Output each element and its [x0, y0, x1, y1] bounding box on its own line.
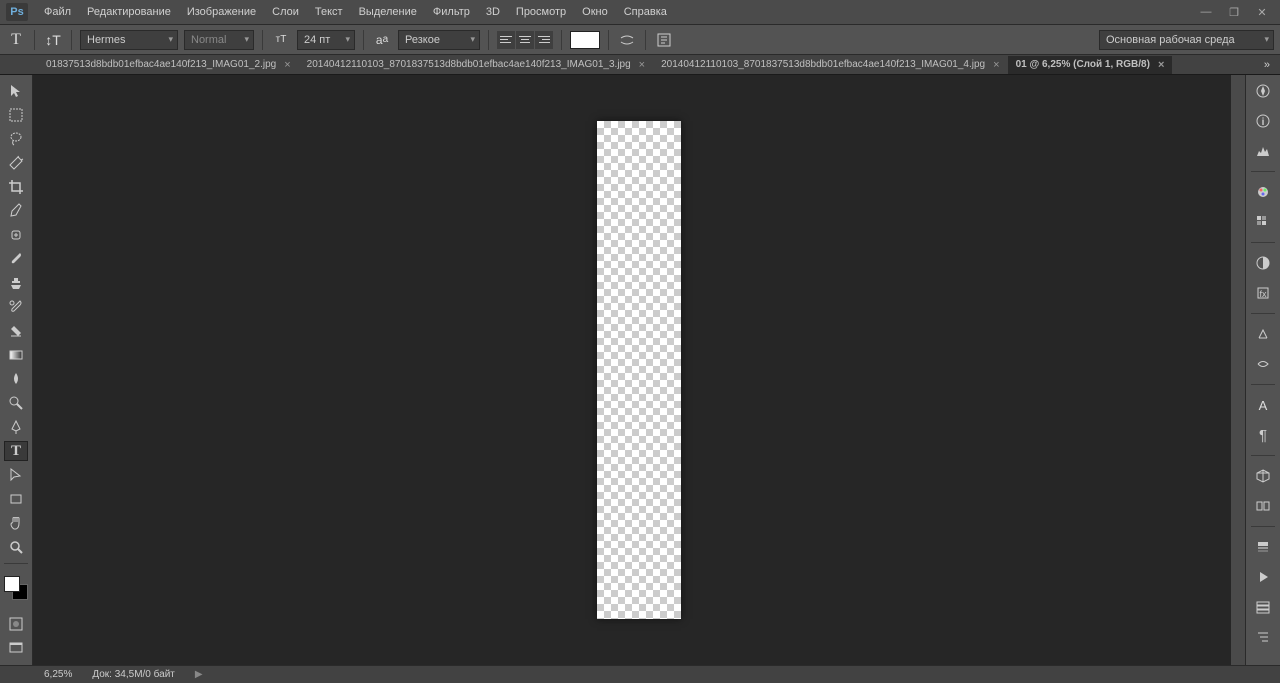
brush-tool[interactable]	[4, 249, 28, 269]
histogram-panel-icon[interactable]	[1252, 141, 1274, 161]
menu-3d[interactable]: 3D	[478, 2, 508, 22]
tab-label: 01 @ 6,25% (Слой 1, RGB/8)	[1016, 59, 1150, 70]
font-size-icon: тT	[271, 30, 291, 50]
paths-panel-icon[interactable]	[1252, 627, 1274, 647]
rectangle-tool[interactable]	[4, 489, 28, 509]
history-brush-tool[interactable]	[4, 297, 28, 317]
menu-image[interactable]: Изображение	[179, 2, 264, 22]
paragraph-panel-icon[interactable]: ¶	[1252, 425, 1274, 445]
antialias-dropdown[interactable]: Резкое	[398, 30, 480, 50]
healing-brush-tool[interactable]	[4, 225, 28, 245]
tab-close-icon[interactable]: ×	[284, 59, 290, 71]
type-tool[interactable]: T	[4, 441, 28, 461]
document-tab[interactable]: 20140412110103_8701837513d8bdb01efbac4ae…	[653, 56, 1007, 74]
zoom-level[interactable]: 6,25%	[44, 669, 72, 680]
font-family-dropdown[interactable]: Hermes	[80, 30, 178, 50]
text-orientation-icon[interactable]: ↕T	[43, 30, 63, 50]
menu-edit[interactable]: Редактирование	[79, 2, 179, 22]
swatches-panel-icon[interactable]	[1252, 212, 1274, 232]
menu-bar: Ps Файл Редактирование Изображение Слои …	[0, 0, 1280, 25]
3d-panel-icon[interactable]	[1252, 466, 1274, 486]
minimize-button[interactable]: —	[1198, 4, 1214, 20]
eraser-tool[interactable]	[4, 321, 28, 341]
menu-select[interactable]: Выделение	[351, 2, 425, 22]
menu-layers[interactable]: Слои	[264, 2, 307, 22]
tab-label: 20140412110103_8701837513d8bdb01efbac4ae…	[661, 59, 985, 70]
document-tab[interactable]: 20140412110103_8701837513d8bdb01efbac4ae…	[299, 56, 653, 74]
blur-tool[interactable]	[4, 369, 28, 389]
menu-text[interactable]: Текст	[307, 2, 351, 22]
svg-text:i: i	[1262, 117, 1265, 128]
gradient-tool[interactable]	[4, 345, 28, 365]
move-tool[interactable]	[4, 81, 28, 101]
document-tab-active[interactable]: 01 @ 6,25% (Слой 1, RGB/8) ×	[1008, 56, 1173, 74]
quick-mask-tool[interactable]	[4, 614, 28, 634]
text-color-swatch[interactable]	[570, 31, 600, 49]
styles-panel-icon[interactable]: fx	[1252, 283, 1274, 303]
path-selection-tool[interactable]	[4, 465, 28, 485]
info-panel-icon[interactable]: i	[1252, 111, 1274, 131]
document-canvas[interactable]	[597, 121, 681, 619]
color-picker[interactable]	[4, 576, 28, 600]
adjustments-panel-icon[interactable]	[1252, 253, 1274, 273]
magic-wand-tool[interactable]	[4, 153, 28, 173]
document-tabs: 01837513d8bdb01efbac4ae140f213_IMAG01_2.…	[0, 55, 1280, 75]
warp-text-icon[interactable]	[617, 30, 637, 50]
menu-view[interactable]: Просмотр	[508, 2, 574, 22]
actions-panel-icon[interactable]	[1252, 567, 1274, 587]
text-align-group	[497, 31, 553, 49]
tab-close-icon[interactable]: ×	[1158, 59, 1164, 71]
hand-tool[interactable]	[4, 513, 28, 533]
screen-mode-tool[interactable]	[4, 638, 28, 658]
color-panel-icon[interactable]	[1252, 182, 1274, 202]
foreground-color[interactable]	[4, 576, 20, 592]
character-panel-icon[interactable]	[654, 30, 674, 50]
canvas-area[interactable]	[33, 75, 1245, 665]
toolbox: T	[0, 75, 33, 665]
menu-window[interactable]: Окно	[574, 2, 616, 22]
character-panel-icon[interactable]: A	[1252, 395, 1274, 415]
panel-dock: i fx A ¶	[1245, 75, 1280, 665]
font-size-dropdown[interactable]: 24 пт	[297, 30, 355, 50]
tab-close-icon[interactable]: ×	[993, 59, 999, 71]
workspace-dropdown[interactable]: Основная рабочая среда	[1099, 30, 1274, 50]
properties-panel-icon[interactable]	[1252, 496, 1274, 516]
pen-tool[interactable]	[4, 417, 28, 437]
crop-tool[interactable]	[4, 177, 28, 197]
tab-label: 20140412110103_8701837513d8bdb01efbac4ae…	[307, 59, 631, 70]
font-style-dropdown[interactable]: Normal	[184, 30, 254, 50]
tab-close-icon[interactable]: ×	[639, 59, 645, 71]
app-logo[interactable]: Ps	[6, 3, 28, 21]
navigator-panel-icon[interactable]	[1252, 81, 1274, 101]
align-center-button[interactable]	[516, 31, 534, 49]
svg-text:fx: fx	[1259, 289, 1267, 299]
dodge-tool[interactable]	[4, 393, 28, 413]
tab-label: 01837513d8bdb01efbac4ae140f213_IMAG01_2.…	[46, 59, 276, 70]
vertical-scrollbar[interactable]	[1231, 75, 1245, 665]
maximize-button[interactable]: ❐	[1226, 4, 1242, 20]
menu-help[interactable]: Справка	[616, 2, 675, 22]
eyedropper-tool[interactable]	[4, 201, 28, 221]
marquee-tool[interactable]	[4, 105, 28, 125]
menu-file[interactable]: Файл	[36, 2, 79, 22]
type-tool-preset-icon[interactable]: T	[6, 30, 26, 50]
document-tab[interactable]: 01837513d8bdb01efbac4ae140f213_IMAG01_2.…	[38, 56, 299, 74]
status-bar: 6,25% Док: 34,5M/0 байт ▶	[0, 665, 1280, 683]
brush-presets-panel-icon[interactable]	[1252, 354, 1274, 374]
tabs-overflow-button[interactable]: »	[1254, 59, 1280, 71]
options-bar: T ↕T Hermes Normal тT 24 пт aa Резкое Ос…	[0, 25, 1280, 55]
history-panel-icon[interactable]	[1252, 597, 1274, 617]
zoom-tool[interactable]	[4, 537, 28, 557]
status-menu-arrow[interactable]: ▶	[195, 669, 203, 680]
lasso-tool[interactable]	[4, 129, 28, 149]
clone-stamp-tool[interactable]	[4, 273, 28, 293]
antialias-icon: aa	[372, 30, 392, 50]
brushes-panel-icon[interactable]	[1252, 324, 1274, 344]
align-right-button[interactable]	[535, 31, 553, 49]
close-button[interactable]: ✕	[1254, 4, 1270, 20]
document-info[interactable]: Док: 34,5M/0 байт	[92, 669, 175, 680]
menu-filter[interactable]: Фильтр	[425, 2, 478, 22]
align-left-button[interactable]	[497, 31, 515, 49]
layers-panel-icon[interactable]	[1252, 537, 1274, 557]
